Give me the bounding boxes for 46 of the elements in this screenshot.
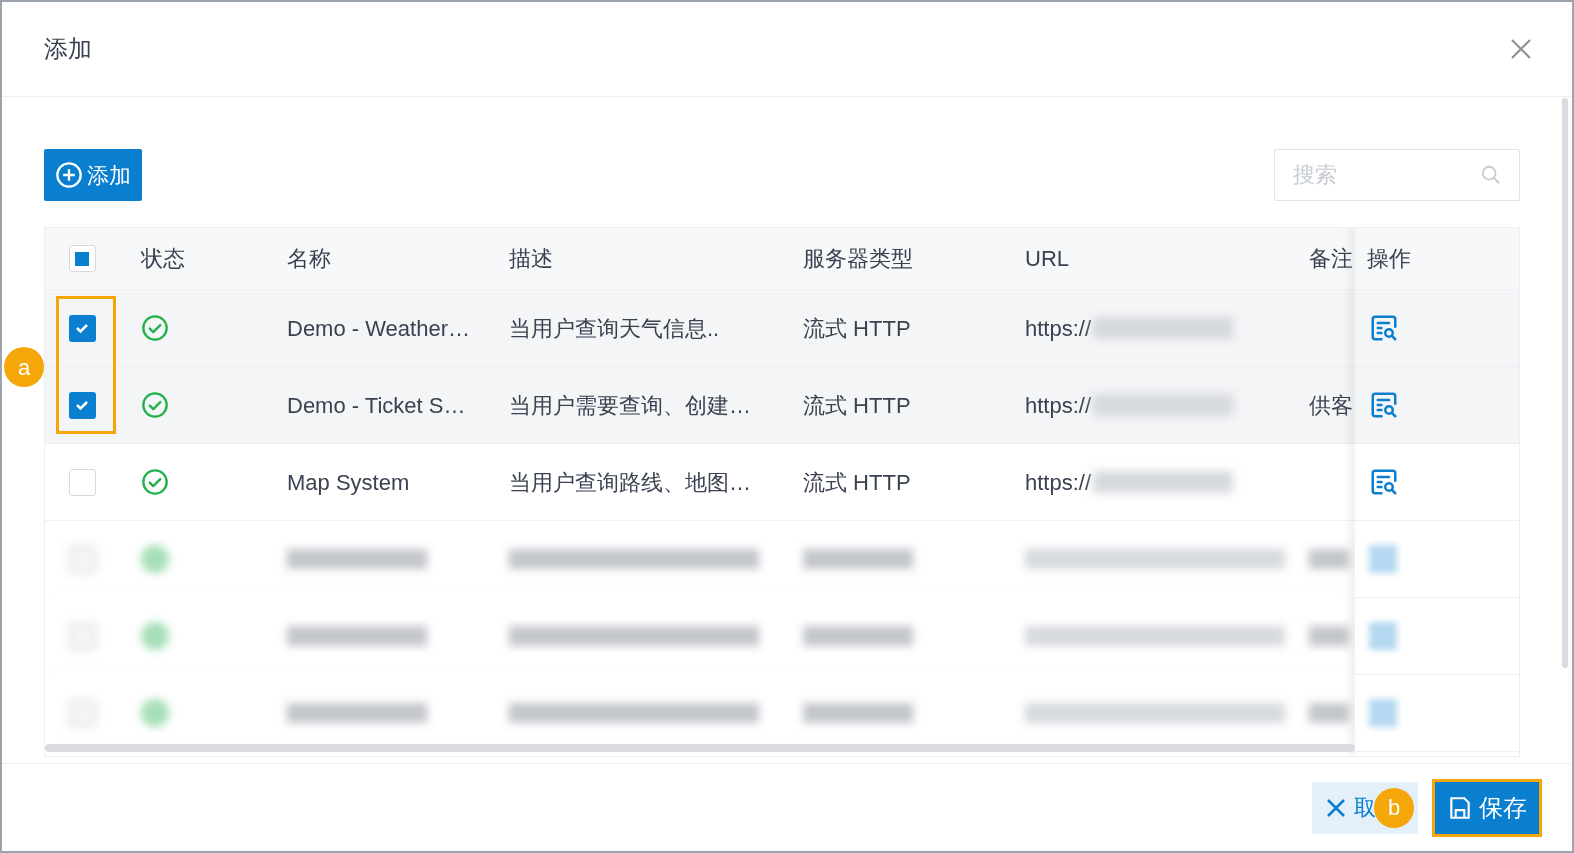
blurred-icon	[1369, 699, 1397, 727]
column-header: 状态	[141, 246, 185, 271]
plus-circle-icon	[55, 161, 83, 189]
column-header: URL	[1025, 246, 1069, 271]
row-checkbox[interactable]	[68, 314, 96, 342]
table-cell: Demo - Weather…	[287, 315, 470, 341]
select-all-checkbox[interactable]	[68, 245, 96, 272]
close-icon	[1326, 797, 1346, 818]
table-cell: 当用户查询路线、地图…	[509, 469, 751, 495]
row-checkbox[interactable]	[68, 468, 96, 496]
column-header: 操作	[1367, 245, 1411, 273]
dialog-title: 添加	[44, 34, 92, 65]
table-cell: 流式 HTTP	[803, 392, 911, 418]
table-cell-text: https://	[1025, 391, 1092, 420]
blurred-text	[1309, 703, 1349, 723]
search-field[interactable]: 搜索	[1274, 149, 1520, 201]
table-cell: 流式 HTTP	[803, 315, 911, 341]
blurred-status	[141, 699, 169, 727]
column-header: 描述	[509, 246, 553, 271]
document-search-icon[interactable]	[1369, 313, 1399, 343]
table-cell-text: https://	[1025, 468, 1092, 497]
blurred-status	[141, 622, 169, 650]
column-header: 备注	[1309, 246, 1352, 271]
table-cell: 流式 HTTP	[803, 469, 911, 495]
horizontal-scrollbar[interactable]	[45, 744, 1355, 752]
document-search-icon[interactable]	[1369, 390, 1399, 420]
annotation-marker: a	[4, 347, 44, 387]
table-cell-text: https://	[1025, 314, 1092, 343]
table-cell: Demo - Ticket S…	[287, 392, 466, 418]
column-header: 名称	[287, 246, 331, 271]
blurred-icon	[1369, 622, 1397, 650]
blurred-status	[141, 545, 169, 573]
save-button[interactable]: 保存	[1435, 781, 1539, 834]
save-icon	[1447, 794, 1473, 821]
column-header: 服务器类型	[803, 246, 913, 271]
table-cell: Map System	[287, 469, 410, 495]
blurred-text	[1309, 626, 1349, 646]
blurred-icon	[1369, 545, 1397, 573]
row-checkbox[interactable]	[68, 391, 96, 419]
document-search-icon[interactable]	[1369, 467, 1399, 497]
table-cell: 当用户需要查询、创建…	[509, 392, 751, 418]
table-cell: 当用户查询天气信息..	[509, 315, 720, 341]
table-cell: 供客	[1309, 392, 1353, 418]
add-button[interactable]: 添加	[44, 149, 142, 201]
close-icon[interactable]	[1510, 38, 1532, 60]
blurred-text	[1309, 549, 1349, 569]
